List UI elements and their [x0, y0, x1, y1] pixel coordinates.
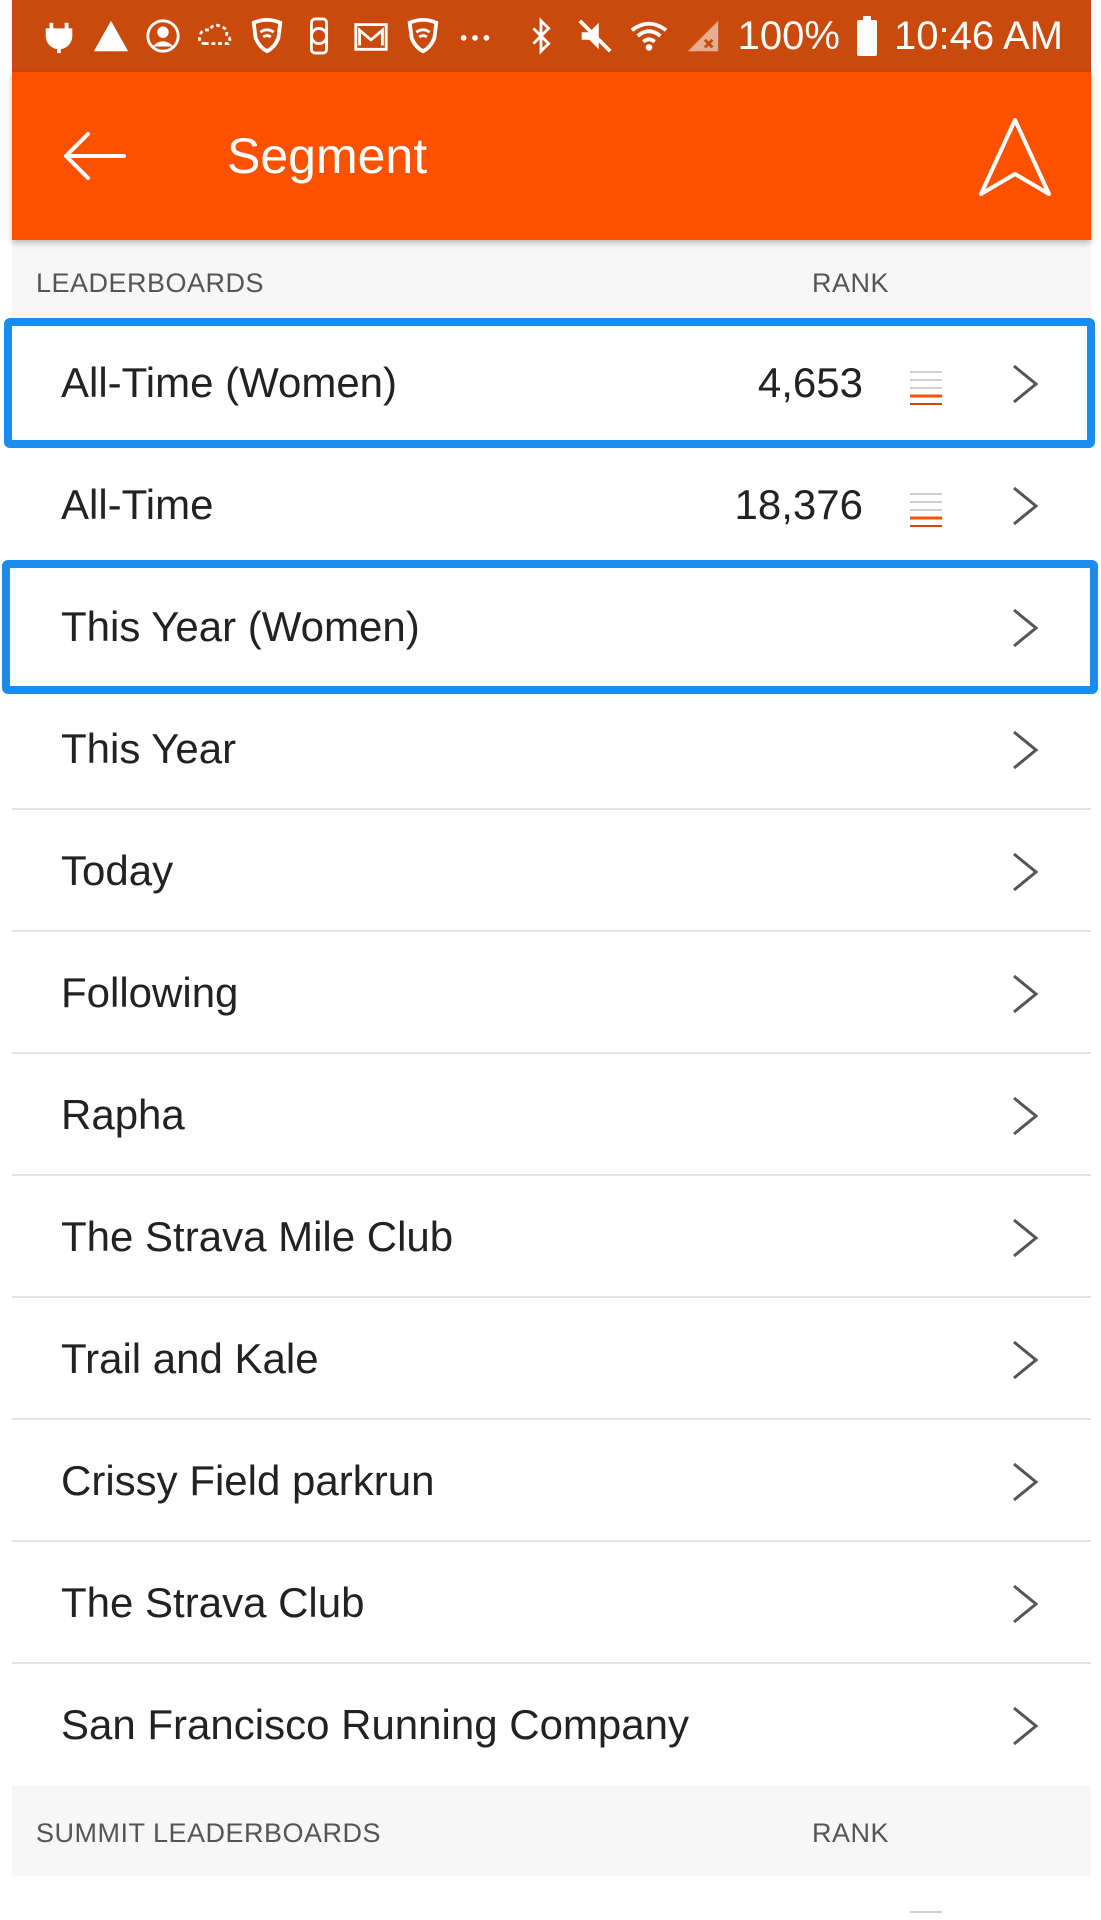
- rank-value: 4,653: [757, 359, 863, 406]
- battery-percent: 100%: [737, 13, 840, 58]
- back-arrow-icon[interactable]: [60, 122, 128, 190]
- chevron-right-icon: [1013, 1462, 1039, 1502]
- chevron-right-icon: [1013, 730, 1039, 770]
- wifi-icon: [630, 21, 667, 51]
- page-title: Segment: [227, 128, 428, 184]
- system-status: 100% 10:46 AM: [522, 10, 1063, 62]
- more-dots-icon: [460, 35, 490, 41]
- leaderboard-label: Following: [61, 969, 239, 1016]
- chevron-right-icon: [1013, 608, 1039, 648]
- battery-icon: [856, 16, 877, 56]
- section-title: SUMMIT LEADERBOARDS: [36, 1818, 382, 1848]
- account-icon: [146, 19, 180, 53]
- mute-icon: [578, 19, 612, 53]
- chevron-right-icon: [1013, 486, 1039, 526]
- rank-value: 18,376: [734, 481, 863, 528]
- leaderboard-label: Rapha: [61, 1091, 185, 1138]
- watch-icon: [309, 17, 329, 55]
- leaderboard-label: Trail and Kale: [61, 1335, 319, 1382]
- summit-leaderboards-header: SUMMIT LEADERBOARDS RANK: [12, 1786, 1091, 1876]
- warning-icon: [93, 20, 129, 52]
- leaderboard-row-today[interactable]: Today: [12, 810, 1091, 932]
- summit-row-partial[interactable]: [12, 1876, 1091, 1920]
- leaderboard-row-following[interactable]: Following: [12, 932, 1091, 1054]
- leaderboard-label: This Year: [61, 725, 237, 772]
- leaderboard-row-strava-mile-club[interactable]: The Strava Mile Club: [12, 1176, 1091, 1298]
- shield-icon: [251, 17, 283, 54]
- mail-icon: [354, 23, 388, 51]
- chevron-right-icon: [1013, 974, 1039, 1014]
- signal-icon: [687, 20, 718, 52]
- leaderboard-row-sf-running-company[interactable]: San Francisco Running Company: [12, 1664, 1091, 1786]
- leaderboard-label: San Francisco Running Company: [61, 1701, 689, 1748]
- navigate-icon[interactable]: [975, 114, 1055, 202]
- status-bar: 100% 10:46 AM: [12, 0, 1091, 72]
- leaderboard-label: This Year (Women): [61, 603, 420, 650]
- bluetooth-icon: [532, 17, 551, 55]
- rank-bars-icon: [910, 371, 942, 405]
- leaderboard-label: The Strava Mile Club: [61, 1213, 454, 1260]
- rank-column-header: RANK: [812, 268, 890, 298]
- leaderboard-row-all-time[interactable]: All-Time 18,376: [12, 444, 1091, 566]
- chevron-right-icon: [1013, 1706, 1039, 1746]
- section-title: LEADERBOARDS: [36, 268, 265, 298]
- leaderboard-row-strava-club[interactable]: The Strava Club: [12, 1542, 1091, 1664]
- chevron-right-icon: [1013, 852, 1039, 892]
- leaderboard-label: Today: [61, 847, 174, 894]
- shield-icon: [407, 17, 439, 54]
- leaderboard-row-crissy-field-parkrun[interactable]: Crissy Field parkrun: [12, 1420, 1091, 1542]
- rank-column-header: RANK: [812, 1818, 890, 1848]
- chevron-right-icon: [1013, 1340, 1039, 1380]
- leaderboard-label: Crissy Field parkrun: [61, 1457, 435, 1504]
- leaderboard-row-trail-and-kale[interactable]: Trail and Kale: [12, 1298, 1091, 1420]
- cloud-icon: [198, 23, 232, 46]
- chevron-right-icon: [1013, 364, 1039, 404]
- leaderboard-row-all-time-women[interactable]: All-Time (Women) 4,653: [12, 322, 1091, 444]
- app-bar: Segment: [12, 72, 1091, 240]
- leaderboard-row-this-year[interactable]: This Year: [12, 688, 1091, 810]
- chevron-right-icon: [1013, 1218, 1039, 1258]
- plug-icon: [45, 22, 73, 54]
- leaderboard-label: The Strava Club: [61, 1579, 365, 1626]
- chevron-right-icon: [1013, 1584, 1039, 1624]
- leaderboard-label: All-Time (Women): [61, 359, 398, 406]
- rank-bars-icon: [910, 493, 942, 527]
- rank-bars-icon: [910, 1911, 942, 1913]
- leaderboard-label: All-Time: [61, 481, 214, 528]
- leaderboards-header: LEADERBOARDS RANK: [12, 240, 1091, 322]
- leaderboard-row-this-year-women[interactable]: This Year (Women): [12, 566, 1091, 688]
- clock: 10:46 AM: [893, 13, 1063, 58]
- leaderboard-row-rapha[interactable]: Rapha: [12, 1054, 1091, 1176]
- chevron-right-icon: [1013, 1096, 1039, 1136]
- notification-icons: [40, 14, 494, 58]
